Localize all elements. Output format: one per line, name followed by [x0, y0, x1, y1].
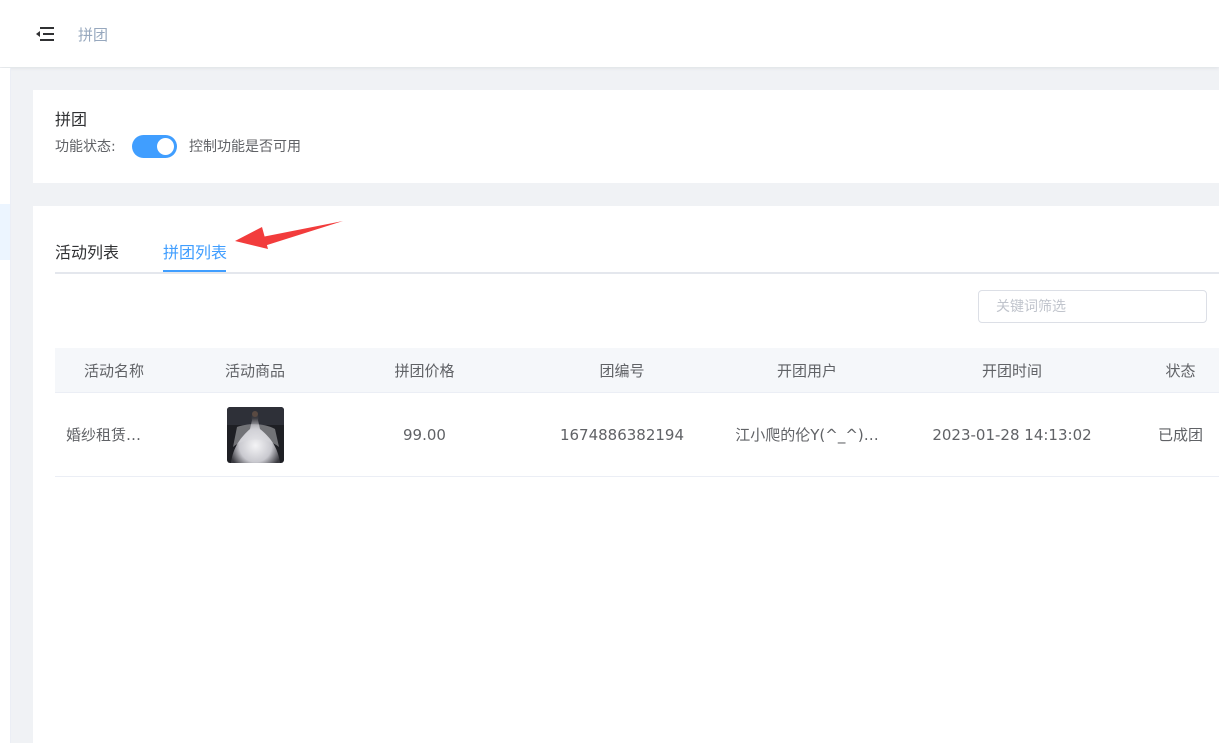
- group-no-cell: 1674886382194: [559, 425, 685, 444]
- top-navbar: 拼团: [0, 0, 1219, 67]
- col-product: 活动商品: [224, 361, 285, 380]
- feature-toggle-switch[interactable]: [132, 135, 177, 158]
- table-header: 活动名称 活动商品 拼团价格 团编号 开团用户 开团时间 状态: [55, 348, 1219, 393]
- col-time: 开团时间: [981, 361, 1042, 380]
- settings-title: 拼团: [55, 110, 88, 129]
- breadcrumb: 拼团: [78, 26, 109, 44]
- search-input[interactable]: [979, 291, 1206, 322]
- activity-name-cell: 婚纱租赁…: [66, 426, 142, 444]
- sidebar-edge: [0, 68, 11, 743]
- col-status: 状态: [1165, 361, 1196, 380]
- toggle-knob: [157, 138, 174, 155]
- tab-bar: 活动列表 拼团列表: [55, 206, 1219, 274]
- product-image[interactable]: [226, 406, 284, 463]
- table-row: 婚纱租赁… 99.00 1674886382194 江小爬的伦Y(^_^)… 2…: [55, 393, 1219, 477]
- switch-description: 控制功能是否可用: [189, 139, 301, 155]
- col-price: 拼团价格: [394, 361, 455, 380]
- list-card: 活动列表 拼团列表 活动名称 活动商品 拼团价格 团编号 开团用户 开团时间 状…: [33, 206, 1219, 743]
- price-cell: 99.00: [403, 425, 446, 444]
- tab-group-list[interactable]: 拼团列表: [163, 239, 227, 263]
- col-user: 开团用户: [776, 361, 837, 380]
- col-activity-name: 活动名称: [83, 361, 144, 380]
- status-cell: 已成团: [1157, 426, 1203, 444]
- group-table: 活动名称 活动商品 拼团价格 团编号 开团用户 开团时间 状态 婚纱租赁… 99…: [55, 348, 1219, 477]
- product-cell: [173, 393, 337, 476]
- active-tab-indicator: [163, 270, 226, 272]
- keyword-filter[interactable]: [978, 290, 1207, 323]
- col-group-no: 团编号: [599, 361, 645, 380]
- sidebar-active-indicator: [0, 204, 10, 260]
- settings-card: 拼团 功能状态: 控制功能是否可用: [33, 90, 1219, 183]
- menu-fold-icon[interactable]: [36, 27, 54, 41]
- time-cell: 2023-01-28 14:13:02: [932, 425, 1092, 444]
- user-cell: 江小爬的伦Y(^_^)…: [735, 426, 879, 444]
- status-label: 功能状态:: [55, 139, 116, 155]
- tab-activity-list[interactable]: 活动列表: [55, 239, 119, 263]
